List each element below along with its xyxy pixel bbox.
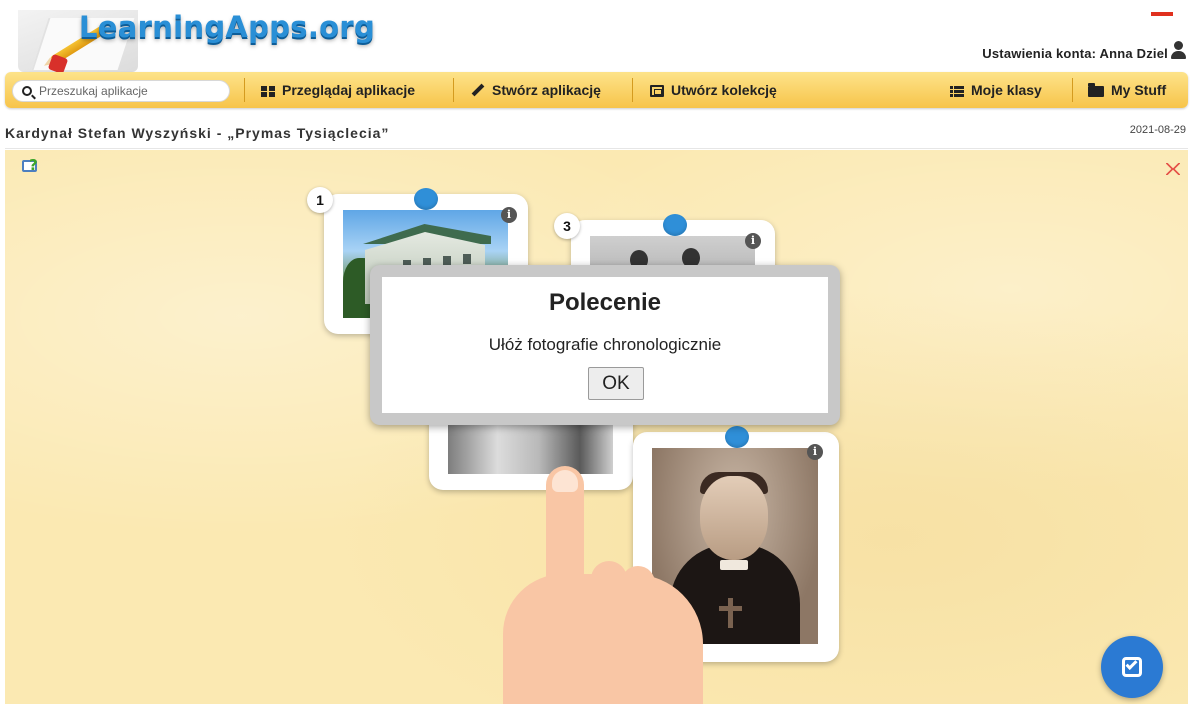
instruction-dialog: Polecenie Ułóż fotografie chronologiczni… xyxy=(370,265,840,425)
user-icon[interactable] xyxy=(1170,41,1186,61)
pencil-icon xyxy=(471,83,485,97)
dialog-title: Polecenie xyxy=(548,289,662,316)
ok-button[interactable]: OK xyxy=(588,367,644,400)
logo-text[interactable]: LearningApps.org xyxy=(79,10,375,44)
account-settings-link[interactable]: Ustawienia konta: Anna Dziel xyxy=(982,46,1168,61)
nav-create-collection[interactable]: Utwórz kolekcję xyxy=(650,72,777,108)
drag-pin[interactable] xyxy=(725,426,749,448)
card-number-badge: 1 xyxy=(307,187,333,213)
drag-pin[interactable] xyxy=(663,214,687,236)
nav-create-app[interactable]: Stwórz aplikację xyxy=(471,72,601,108)
grid-icon xyxy=(261,85,275,97)
page-date: 2021-08-29 xyxy=(1129,124,1186,136)
nav-my-classes[interactable]: Moje klasy xyxy=(950,72,1042,108)
info-icon[interactable]: i xyxy=(745,233,761,249)
collection-icon xyxy=(650,85,664,98)
nav-divider xyxy=(244,78,245,102)
dialog-message: Ułóż fotografie chronologicznie xyxy=(488,335,722,354)
search-box[interactable] xyxy=(12,80,230,102)
pointing-hand-icon xyxy=(503,466,713,704)
info-icon[interactable]: i xyxy=(807,444,823,460)
divider xyxy=(5,148,1188,149)
nav-bar: Przeglądaj aplikacje Stwórz aplikację Ut… xyxy=(5,72,1188,108)
search-input[interactable] xyxy=(39,83,224,99)
search-icon xyxy=(22,86,32,96)
drag-pin[interactable] xyxy=(414,188,438,210)
help-icon[interactable]: ? xyxy=(22,156,42,176)
folder-icon xyxy=(1088,82,1104,97)
list-icon xyxy=(950,85,964,97)
nav-divider xyxy=(632,78,633,102)
page-title: Kardynał Stefan Wyszyński - „Prymas Tysi… xyxy=(5,125,390,141)
app-area: ? 1 i 3 i 4 xyxy=(5,150,1188,704)
nav-browse-apps[interactable]: Przeglądaj aplikacje xyxy=(261,72,415,108)
nav-my-stuff[interactable]: My Stuff xyxy=(1088,72,1166,108)
nav-divider xyxy=(453,78,454,102)
check-answers-button[interactable] xyxy=(1101,636,1163,698)
nav-divider xyxy=(1072,78,1073,102)
red-accent xyxy=(1151,12,1173,16)
fullscreen-icon[interactable] xyxy=(1166,163,1180,175)
info-icon[interactable]: i xyxy=(501,207,517,223)
card-number-badge: 3 xyxy=(554,213,580,239)
